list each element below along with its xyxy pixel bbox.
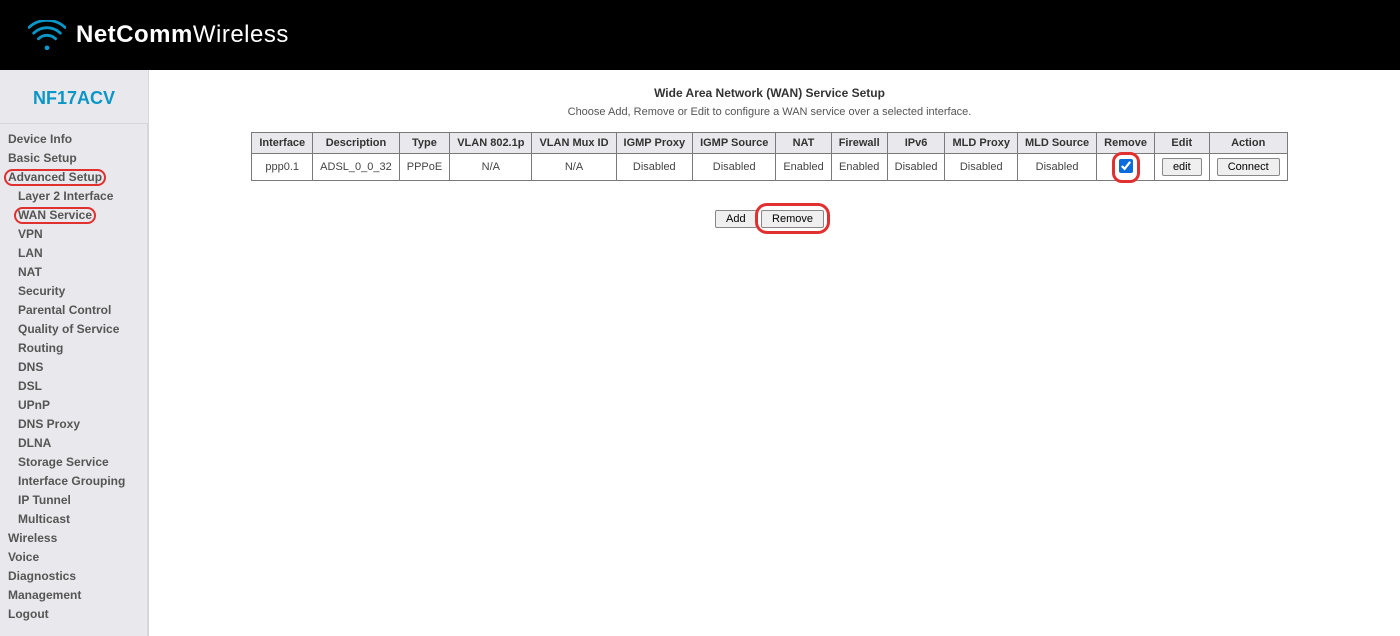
model-box: NF17ACV	[0, 70, 148, 123]
nav-wireless[interactable]: Wireless	[0, 529, 147, 548]
nav-security[interactable]: Security	[0, 282, 147, 301]
connect-button[interactable]: Connect	[1217, 158, 1280, 176]
col-nat: NAT	[776, 133, 831, 154]
nav-qos[interactable]: Quality of Service	[0, 320, 147, 339]
nav-dns[interactable]: DNS	[0, 358, 147, 377]
cell-nat: Enabled	[776, 154, 831, 181]
nav-upnp[interactable]: UPnP	[0, 396, 147, 415]
nav-dlna[interactable]: DLNA	[0, 434, 147, 453]
remove-checkbox[interactable]	[1119, 159, 1133, 173]
nav-vpn[interactable]: VPN	[0, 225, 147, 244]
nav-logout[interactable]: Logout	[0, 605, 147, 624]
nav-layer2[interactable]: Layer 2 Interface	[0, 187, 147, 206]
nav-diagnostics[interactable]: Diagnostics	[0, 567, 147, 586]
nav-multicast[interactable]: Multicast	[0, 510, 147, 529]
cell-description: ADSL_0_0_32	[313, 154, 400, 181]
wan-table-header-row: Interface Description Type VLAN 802.1p V…	[252, 133, 1287, 154]
remove-button-highlight: Remove	[761, 209, 824, 228]
content-area: Wide Area Network (WAN) Service Setup Ch…	[148, 70, 1400, 636]
col-interface: Interface	[252, 133, 313, 154]
nav-if-group[interactable]: Interface Grouping	[0, 472, 147, 491]
wifi-icon	[28, 20, 66, 50]
cell-interface: ppp0.1	[252, 154, 313, 181]
nav-routing[interactable]: Routing	[0, 339, 147, 358]
cell-mld-source: Disabled	[1017, 154, 1096, 181]
nav-menu: Device Info Basic Setup Advanced Setup L…	[0, 123, 148, 636]
cell-igmp-source: Disabled	[693, 154, 776, 181]
nav-advanced-setup[interactable]: Advanced Setup	[0, 168, 147, 187]
nav-voice[interactable]: Voice	[0, 548, 147, 567]
cell-vlan-8021p: N/A	[450, 154, 532, 181]
wan-table: Interface Description Type VLAN 802.1p V…	[251, 132, 1287, 181]
remove-checkbox-highlight	[1119, 159, 1133, 176]
cell-edit: edit	[1154, 154, 1209, 181]
col-description: Description	[313, 133, 400, 154]
app-header: NetCommWireless	[0, 0, 1400, 70]
col-vlan-8021p: VLAN 802.1p	[450, 133, 532, 154]
table-row: ppp0.1 ADSL_0_0_32 PPPoE N/A N/A Disable…	[252, 154, 1287, 181]
add-button[interactable]: Add	[715, 210, 757, 228]
brand-text: NetCommWireless	[76, 21, 289, 49]
nav-dns-proxy[interactable]: DNS Proxy	[0, 415, 147, 434]
nav-basic-setup[interactable]: Basic Setup	[0, 149, 147, 168]
sidebar: NF17ACV Device Info Basic Setup Advanced…	[0, 70, 148, 636]
nav-advanced-setup-label: Advanced Setup	[8, 170, 102, 185]
nav-dsl[interactable]: DSL	[0, 377, 147, 396]
brand-logo: NetCommWireless	[28, 20, 289, 50]
cell-firewall: Enabled	[831, 154, 887, 181]
cell-igmp-proxy: Disabled	[616, 154, 693, 181]
col-mld-source: MLD Source	[1017, 133, 1096, 154]
cell-vlan-muxid: N/A	[532, 154, 616, 181]
nav-ip-tunnel[interactable]: IP Tunnel	[0, 491, 147, 510]
col-type: Type	[399, 133, 449, 154]
nav-wan-service[interactable]: WAN Service	[0, 206, 147, 225]
nav-device-info[interactable]: Device Info	[0, 130, 147, 149]
col-igmp-source: IGMP Source	[693, 133, 776, 154]
cell-remove	[1097, 154, 1155, 181]
cell-action: Connect	[1209, 154, 1287, 181]
col-mld-proxy: MLD Proxy	[945, 133, 1017, 154]
nav-wan-service-label: WAN Service	[18, 208, 92, 223]
cell-ipv6: Disabled	[887, 154, 945, 181]
nav-storage[interactable]: Storage Service	[0, 453, 147, 472]
page-title: Wide Area Network (WAN) Service Setup	[149, 86, 1390, 100]
nav-management[interactable]: Management	[0, 586, 147, 605]
col-edit: Edit	[1154, 133, 1209, 154]
action-row: Add Remove	[149, 209, 1390, 228]
cell-type: PPPoE	[399, 154, 449, 181]
col-vlan-muxid: VLAN Mux ID	[532, 133, 616, 154]
nav-lan[interactable]: LAN	[0, 244, 147, 263]
col-action: Action	[1209, 133, 1287, 154]
cell-mld-proxy: Disabled	[945, 154, 1017, 181]
page-subtitle: Choose Add, Remove or Edit to configure …	[149, 106, 1390, 118]
col-firewall: Firewall	[831, 133, 887, 154]
col-ipv6: IPv6	[887, 133, 945, 154]
edit-button[interactable]: edit	[1162, 158, 1202, 176]
col-igmp-proxy: IGMP Proxy	[616, 133, 693, 154]
nav-nat[interactable]: NAT	[0, 263, 147, 282]
remove-button[interactable]: Remove	[761, 210, 824, 228]
col-remove: Remove	[1097, 133, 1155, 154]
model-link[interactable]: NF17ACV	[33, 88, 115, 108]
nav-parental[interactable]: Parental Control	[0, 301, 147, 320]
